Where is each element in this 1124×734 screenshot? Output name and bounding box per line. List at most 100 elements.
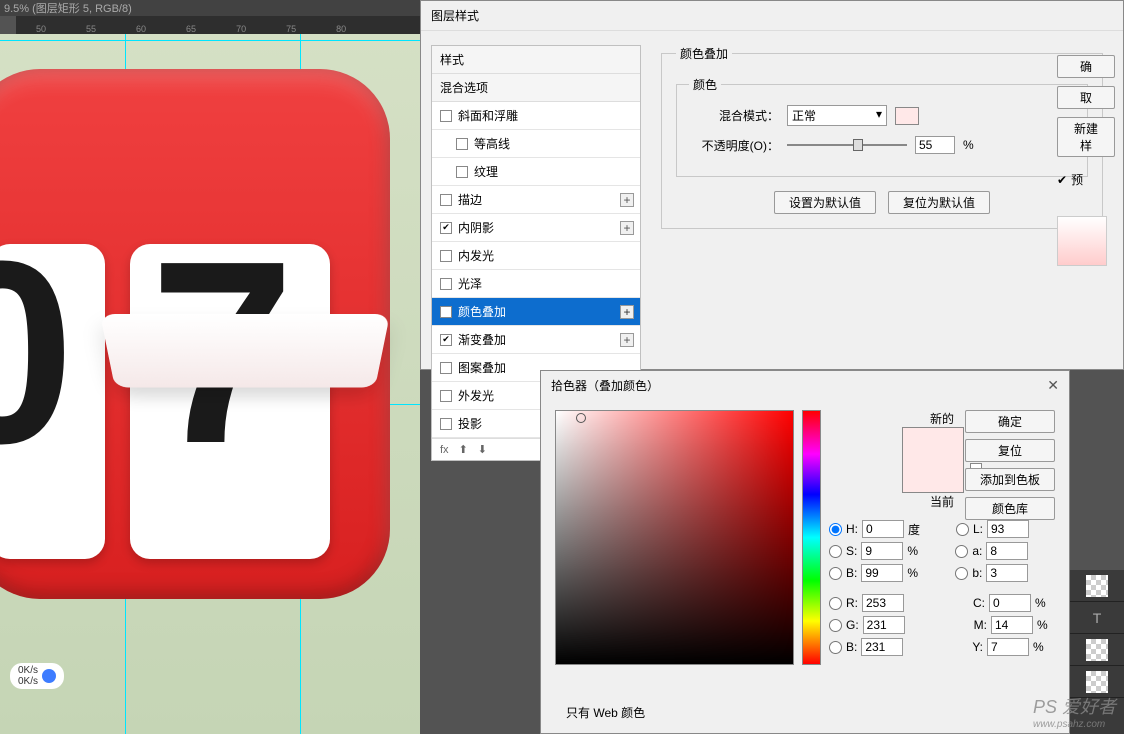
a-field[interactable]: [986, 542, 1028, 560]
hue-slider[interactable]: [802, 410, 821, 665]
dialog-buttons: 确 取 新建样 ✔ 预: [1057, 55, 1115, 266]
color-picker-title: 拾色器（叠加颜色）: [551, 377, 659, 394]
styles-header[interactable]: 样式: [432, 46, 640, 74]
style-item-label: 投影: [458, 415, 482, 432]
add-swatch-button[interactable]: 添加到色板: [965, 468, 1055, 491]
style-checkbox[interactable]: [440, 418, 452, 430]
preview-thumbnail: [1057, 216, 1107, 266]
bb-radio[interactable]: [829, 641, 842, 654]
current-color-label: 当前: [930, 493, 954, 510]
bb-field[interactable]: [861, 638, 903, 656]
style-checkbox[interactable]: [440, 278, 452, 290]
b2-field[interactable]: [986, 564, 1028, 582]
style-checkbox[interactable]: [440, 250, 452, 262]
style-item-7[interactable]: ✔ 颜色叠加 +: [432, 298, 640, 326]
s-radio[interactable]: [829, 545, 842, 558]
add-effect-icon[interactable]: +: [620, 193, 634, 207]
speed-indicator: 0K/s 0K/s: [10, 663, 64, 689]
canvas[interactable]: 0 7 0K/s 0K/s: [0, 34, 420, 734]
style-checkbox[interactable]: ✔: [440, 334, 452, 346]
style-item-label: 描边: [458, 191, 482, 208]
color-library-button[interactable]: 颜色库: [965, 497, 1055, 520]
style-item-label: 图案叠加: [458, 359, 506, 376]
b-radio[interactable]: [829, 567, 842, 580]
color-gradient[interactable]: [555, 410, 794, 665]
inner-title: 颜色: [689, 76, 721, 93]
section-title: 颜色叠加: [676, 45, 732, 62]
add-effect-icon[interactable]: +: [620, 221, 634, 235]
style-item-label: 颜色叠加: [458, 303, 506, 320]
style-checkbox[interactable]: [456, 138, 468, 150]
style-item-6[interactable]: 光泽: [432, 270, 640, 298]
close-icon[interactable]: ✕: [1047, 377, 1059, 394]
style-checkbox[interactable]: [440, 110, 452, 122]
style-item-label: 内发光: [458, 247, 494, 264]
b2-radio[interactable]: [955, 567, 968, 580]
type-tool-icon[interactable]: T: [1070, 602, 1124, 634]
guide-horizontal[interactable]: [0, 40, 420, 41]
picker-ok-button[interactable]: 确定: [965, 410, 1055, 433]
style-checkbox[interactable]: [440, 390, 452, 402]
dialog-title: 图层样式: [421, 1, 1123, 31]
h-field[interactable]: [862, 520, 904, 538]
style-item-4[interactable]: ✔内阴影+: [432, 214, 640, 242]
add-effect-icon[interactable]: +: [620, 333, 634, 347]
l-radio[interactable]: [956, 523, 969, 536]
add-effect-icon[interactable]: +: [620, 305, 634, 319]
g-field[interactable]: [863, 616, 905, 634]
percent-label: %: [963, 138, 974, 152]
style-checkbox[interactable]: [456, 166, 468, 178]
style-checkbox[interactable]: [440, 362, 452, 374]
blend-options[interactable]: 混合选项: [432, 74, 640, 102]
blend-mode-label: 混合模式：: [689, 107, 779, 124]
m-field[interactable]: [991, 616, 1033, 634]
opacity-slider[interactable]: [787, 138, 907, 152]
cancel-button[interactable]: 取: [1057, 86, 1115, 109]
style-item-label: 光泽: [458, 275, 482, 292]
blend-mode-select[interactable]: 正常: [787, 105, 887, 126]
style-item-2[interactable]: 纹理: [432, 158, 640, 186]
a-radio[interactable]: [955, 545, 968, 558]
set-default-button[interactable]: 设置为默认值: [774, 191, 876, 214]
c-field[interactable]: [989, 594, 1031, 612]
watermark: PS 爱好者 www.psahz.com: [1033, 693, 1116, 730]
arrow-up-icon[interactable]: ⬆: [459, 443, 468, 456]
reset-default-button[interactable]: 复位为默认值: [888, 191, 990, 214]
layer-thumb-icon[interactable]: [1086, 575, 1108, 597]
style-item-8[interactable]: ✔渐变叠加+: [432, 326, 640, 354]
new-style-button[interactable]: 新建样: [1057, 117, 1115, 157]
style-item-1[interactable]: 等高线: [432, 130, 640, 158]
g-radio[interactable]: [829, 619, 842, 632]
layer-thumb-icon[interactable]: [1086, 639, 1108, 661]
current-color: [903, 460, 963, 492]
style-checkbox[interactable]: ✔: [440, 306, 452, 318]
picker-reset-button[interactable]: 复位: [965, 439, 1055, 462]
opacity-input[interactable]: [915, 136, 955, 154]
web-only-label: 只有 Web 颜色: [566, 704, 645, 721]
color-picker-dialog: 拾色器（叠加颜色） ✕ 确定 复位 添加到色板 颜色库 新的: [540, 370, 1070, 734]
style-checkbox[interactable]: ✔: [440, 222, 452, 234]
style-checkbox[interactable]: [440, 194, 452, 206]
layer-thumb-icon[interactable]: [1086, 671, 1108, 693]
flip-page: [100, 314, 390, 387]
style-item-0[interactable]: 斜面和浮雕: [432, 102, 640, 130]
color-cursor[interactable]: [576, 413, 586, 423]
color-fields: H:度 L: S:% a: B:% b: R: C:%: [829, 520, 1055, 660]
preview-label: 预: [1071, 171, 1083, 188]
style-item-label: 纹理: [474, 163, 498, 180]
style-item-3[interactable]: 描边 +: [432, 186, 640, 214]
overlay-color-swatch[interactable]: [895, 107, 919, 125]
s-field[interactable]: [861, 542, 903, 560]
style-item-5[interactable]: 内发光: [432, 242, 640, 270]
arrow-down-icon[interactable]: ⬇: [478, 443, 487, 456]
network-icon: [42, 669, 56, 683]
y-field[interactable]: [987, 638, 1029, 656]
r-radio[interactable]: [829, 597, 842, 610]
preview-checkbox[interactable]: ✔: [1057, 173, 1067, 187]
ok-button[interactable]: 确: [1057, 55, 1115, 78]
r-field[interactable]: [862, 594, 904, 612]
b-field[interactable]: [861, 564, 903, 582]
style-item-label: 等高线: [474, 135, 510, 152]
h-radio[interactable]: [829, 523, 842, 536]
l-field[interactable]: [987, 520, 1029, 538]
